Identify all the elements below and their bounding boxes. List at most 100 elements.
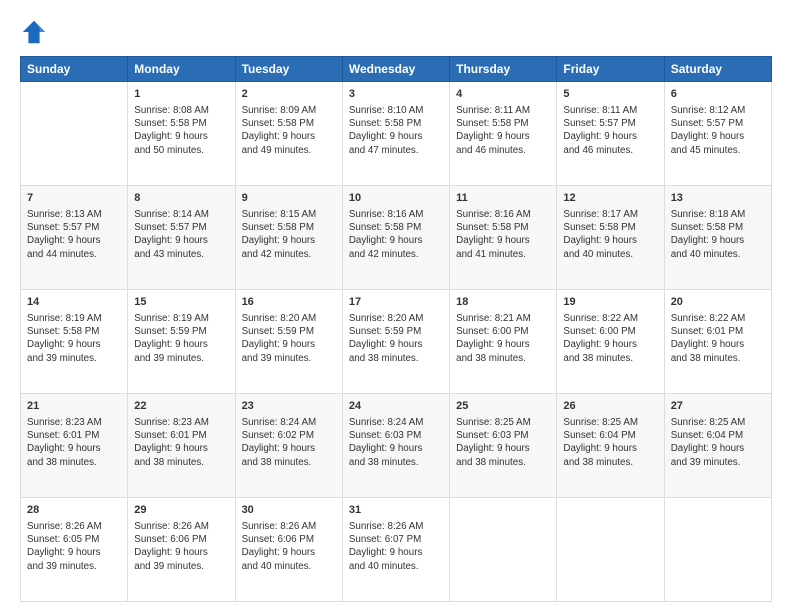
day-number: 28 — [27, 503, 121, 518]
day-number: 3 — [349, 87, 443, 102]
day-info: Sunrise: 8:25 AMSunset: 6:04 PMDaylight:… — [671, 416, 765, 469]
day-number: 31 — [349, 503, 443, 518]
day-number: 5 — [563, 87, 657, 102]
logo — [20, 18, 52, 46]
day-number: 25 — [456, 399, 550, 414]
calendar-cell: 12Sunrise: 8:17 AMSunset: 5:58 PMDayligh… — [557, 186, 664, 290]
calendar-body: 1 Sunrise: 8:08 AMSunset: 5:58 PMDaylight… — [21, 82, 772, 602]
week-row-3: 14 Sunrise: 8:19 AMSunset: 5:58 PMDayligh… — [21, 290, 772, 394]
calendar-cell: 15 Sunrise: 8:19 AMSunset: 5:59 PMDayligh… — [128, 290, 235, 394]
day-number: 22 — [134, 399, 228, 414]
day-info: Sunrise: 8:25 AMSunset: 6:03 PMDaylight:… — [456, 416, 550, 469]
calendar-cell: 19 Sunrise: 8:22 AMSunset: 6:00 PMDayligh… — [557, 290, 664, 394]
header-day-saturday: Saturday — [664, 57, 771, 82]
calendar-cell: 2 Sunrise: 8:09 AMSunset: 5:58 PMDaylight… — [235, 82, 342, 186]
day-number: 6 — [671, 87, 765, 102]
day-number: 10 — [349, 191, 443, 206]
day-number: 23 — [242, 399, 336, 414]
day-info: Sunrise: 8:12 AMSunset: 5:57 PMDaylight:… — [671, 104, 765, 157]
day-info: Sunrise: 8:16 AMSunset: 5:58 PMDaylight:… — [349, 208, 443, 261]
day-info: Sunrise: 8:20 AMSunset: 5:59 PMDaylight:… — [242, 312, 336, 365]
day-number: 9 — [242, 191, 336, 206]
calendar-cell: 17 Sunrise: 8:20 AMSunset: 5:59 PMDayligh… — [342, 290, 449, 394]
calendar-cell: 7 Sunrise: 8:13 AMSunset: 5:57 PMDaylight… — [21, 186, 128, 290]
day-info: Sunrise: 8:24 AMSunset: 6:02 PMDaylight:… — [242, 416, 336, 469]
calendar-table: SundayMondayTuesdayWednesdayThursdayFrid… — [20, 56, 772, 602]
calendar-cell: 23 Sunrise: 8:24 AMSunset: 6:02 PMDayligh… — [235, 394, 342, 498]
calendar-header: SundayMondayTuesdayWednesdayThursdayFrid… — [21, 57, 772, 82]
calendar-cell: 1 Sunrise: 8:08 AMSunset: 5:58 PMDaylight… — [128, 82, 235, 186]
calendar-cell — [450, 498, 557, 602]
day-number: 19 — [563, 295, 657, 310]
calendar-cell: 31 Sunrise: 8:26 AMSunset: 6:07 PMDayligh… — [342, 498, 449, 602]
header-day-sunday: Sunday — [21, 57, 128, 82]
day-info: Sunrise: 8:20 AMSunset: 5:59 PMDaylight:… — [349, 312, 443, 365]
day-info: Sunrise: 8:26 AMSunset: 6:06 PMDaylight:… — [134, 520, 228, 573]
calendar-cell: 6 Sunrise: 8:12 AMSunset: 5:57 PMDaylight… — [664, 82, 771, 186]
header-row: SundayMondayTuesdayWednesdayThursdayFrid… — [21, 57, 772, 82]
calendar-cell: 9Sunrise: 8:15 AMSunset: 5:58 PMDaylight… — [235, 186, 342, 290]
day-info: Sunrise: 8:11 AMSunset: 5:58 PMDaylight:… — [456, 104, 550, 157]
calendar-cell: 5 Sunrise: 8:11 AMSunset: 5:57 PMDaylight… — [557, 82, 664, 186]
day-number: 29 — [134, 503, 228, 518]
page: SundayMondayTuesdayWednesdayThursdayFrid… — [0, 0, 792, 612]
calendar-cell: 16 Sunrise: 8:20 AMSunset: 5:59 PMDayligh… — [235, 290, 342, 394]
day-info: Sunrise: 8:19 AMSunset: 5:59 PMDaylight:… — [134, 312, 228, 365]
day-number: 12 — [563, 191, 657, 206]
day-number: 20 — [671, 295, 765, 310]
week-row-5: 28 Sunrise: 8:26 AMSunset: 6:05 PMDayligh… — [21, 498, 772, 602]
calendar-cell: 28 Sunrise: 8:26 AMSunset: 6:05 PMDayligh… — [21, 498, 128, 602]
calendar-cell: 26 Sunrise: 8:25 AMSunset: 6:04 PMDayligh… — [557, 394, 664, 498]
day-info: Sunrise: 8:22 AMSunset: 6:01 PMDaylight:… — [671, 312, 765, 365]
day-info: Sunrise: 8:24 AMSunset: 6:03 PMDaylight:… — [349, 416, 443, 469]
day-info: Sunrise: 8:26 AMSunset: 6:07 PMDaylight:… — [349, 520, 443, 573]
calendar-cell: 22 Sunrise: 8:23 AMSunset: 6:01 PMDayligh… — [128, 394, 235, 498]
calendar-cell: 30 Sunrise: 8:26 AMSunset: 6:06 PMDayligh… — [235, 498, 342, 602]
day-number: 14 — [27, 295, 121, 310]
day-info: Sunrise: 8:26 AMSunset: 6:06 PMDaylight:… — [242, 520, 336, 573]
week-row-4: 21 Sunrise: 8:23 AMSunset: 6:01 PMDayligh… — [21, 394, 772, 498]
day-number: 8 — [134, 191, 228, 206]
day-info: Sunrise: 8:11 AMSunset: 5:57 PMDaylight:… — [563, 104, 657, 157]
day-number: 7 — [27, 191, 121, 206]
week-row-2: 7 Sunrise: 8:13 AMSunset: 5:57 PMDaylight… — [21, 186, 772, 290]
week-row-1: 1 Sunrise: 8:08 AMSunset: 5:58 PMDaylight… — [21, 82, 772, 186]
day-info: Sunrise: 8:26 AMSunset: 6:05 PMDaylight:… — [27, 520, 121, 573]
day-number: 2 — [242, 87, 336, 102]
day-info: Sunrise: 8:14 AMSunset: 5:57 PMDaylight:… — [134, 208, 228, 261]
header-day-thursday: Thursday — [450, 57, 557, 82]
day-info: Sunrise: 8:13 AMSunset: 5:57 PMDaylight:… — [27, 208, 121, 261]
day-info: Sunrise: 8:10 AMSunset: 5:58 PMDaylight:… — [349, 104, 443, 157]
day-info: Sunrise: 8:23 AMSunset: 6:01 PMDaylight:… — [134, 416, 228, 469]
day-number: 17 — [349, 295, 443, 310]
day-number: 1 — [134, 87, 228, 102]
day-info: Sunrise: 8:25 AMSunset: 6:04 PMDaylight:… — [563, 416, 657, 469]
header-day-friday: Friday — [557, 57, 664, 82]
calendar-cell: 3 Sunrise: 8:10 AMSunset: 5:58 PMDaylight… — [342, 82, 449, 186]
day-number: 21 — [27, 399, 121, 414]
day-number: 16 — [242, 295, 336, 310]
calendar-cell: 8 Sunrise: 8:14 AMSunset: 5:57 PMDaylight… — [128, 186, 235, 290]
day-number: 15 — [134, 295, 228, 310]
day-info: Sunrise: 8:08 AMSunset: 5:58 PMDaylight:… — [134, 104, 228, 157]
calendar-cell — [21, 82, 128, 186]
calendar-cell: 27Sunrise: 8:25 AMSunset: 6:04 PMDayligh… — [664, 394, 771, 498]
calendar-cell: 13Sunrise: 8:18 AMSunset: 5:58 PMDayligh… — [664, 186, 771, 290]
day-number: 26 — [563, 399, 657, 414]
day-number: 13 — [671, 191, 765, 206]
day-info: Sunrise: 8:23 AMSunset: 6:01 PMDaylight:… — [27, 416, 121, 469]
day-number: 24 — [349, 399, 443, 414]
day-info: Sunrise: 8:19 AMSunset: 5:58 PMDaylight:… — [27, 312, 121, 365]
day-number: 30 — [242, 503, 336, 518]
calendar-cell: 25 Sunrise: 8:25 AMSunset: 6:03 PMDayligh… — [450, 394, 557, 498]
calendar-cell: 21 Sunrise: 8:23 AMSunset: 6:01 PMDayligh… — [21, 394, 128, 498]
calendar-cell: 20 Sunrise: 8:22 AMSunset: 6:01 PMDayligh… — [664, 290, 771, 394]
calendar-cell: 11Sunrise: 8:16 AMSunset: 5:58 PMDayligh… — [450, 186, 557, 290]
day-info: Sunrise: 8:22 AMSunset: 6:00 PMDaylight:… — [563, 312, 657, 365]
day-info: Sunrise: 8:09 AMSunset: 5:58 PMDaylight:… — [242, 104, 336, 157]
logo-icon — [20, 18, 48, 46]
day-number: 11 — [456, 191, 550, 206]
calendar-cell — [664, 498, 771, 602]
calendar-cell: 18Sunrise: 8:21 AMSunset: 6:00 PMDayligh… — [450, 290, 557, 394]
calendar-cell: 10 Sunrise: 8:16 AMSunset: 5:58 PMDayligh… — [342, 186, 449, 290]
